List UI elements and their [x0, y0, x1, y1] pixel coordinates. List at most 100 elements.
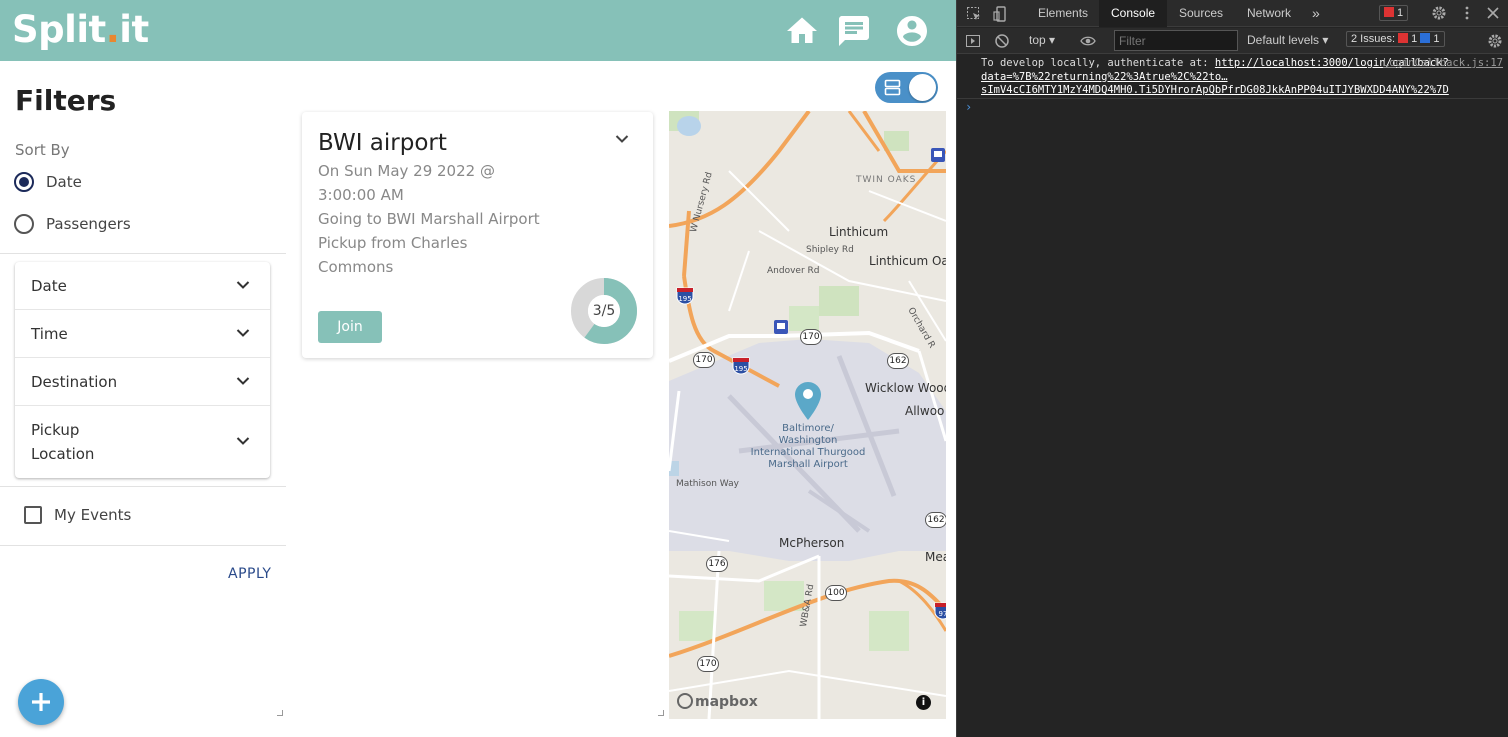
resize-handle-icon[interactable]	[658, 710, 664, 716]
logo[interactable]: Split.it	[12, 8, 149, 51]
home-icon[interactable]	[784, 13, 820, 49]
chat-icon[interactable]	[836, 13, 872, 49]
filter-accordion: Date Time Destination Pickup Location	[15, 262, 270, 478]
clear-console-icon[interactable]	[994, 33, 1010, 49]
error-badge[interactable]: 1	[1379, 5, 1409, 21]
console-toolbar: top ▾ Default levels ▾ 2 Issues: 1 1	[957, 28, 1508, 54]
plus-icon	[32, 693, 50, 711]
console-filter-input[interactable]	[1114, 30, 1238, 51]
live-expression-eye-icon[interactable]	[1080, 33, 1096, 49]
event-pickup-cont: Commons	[318, 258, 394, 276]
list-view-icon	[884, 79, 901, 96]
chevron-down-icon	[236, 328, 250, 337]
app-header: Split.it	[0, 0, 956, 61]
issues-badge[interactable]: 2 Issues: 1 1	[1346, 31, 1445, 47]
sort-option-passengers[interactable]: Passengers	[14, 214, 131, 234]
map-label: Andover Rd	[767, 266, 820, 276]
error-icon	[1384, 7, 1394, 17]
passenger-count: 3/5	[592, 303, 616, 319]
route-shield: 162	[925, 512, 946, 528]
radio-checked-icon[interactable]	[14, 172, 34, 192]
route-shield: 170	[693, 352, 715, 368]
more-tabs-icon[interactable]: »	[1312, 0, 1320, 27]
accordion-pickup-location[interactable]: Pickup Location	[15, 406, 270, 478]
divider	[957, 98, 1508, 99]
more-options-icon[interactable]	[1459, 5, 1475, 21]
divider	[0, 253, 286, 254]
accordion-destination[interactable]: Destination	[15, 358, 270, 406]
sort-by-label: Sort By	[15, 141, 70, 159]
svg-text:195: 195	[734, 365, 747, 373]
event-pickup: Pickup from Charles	[318, 234, 468, 252]
tab-network[interactable]: Network	[1247, 0, 1291, 27]
info-icon	[1420, 33, 1431, 43]
checkbox[interactable]	[24, 506, 42, 524]
map-info-icon[interactable]: i	[916, 695, 931, 710]
console-prompt[interactable]: ›	[965, 100, 972, 114]
sort-option-date[interactable]: Date	[14, 172, 82, 192]
event-destination: Going to BWI Marshall Airport	[318, 210, 540, 228]
map-label: TWIN OAKS	[856, 175, 917, 185]
account-icon[interactable]	[894, 13, 930, 49]
filters-title: Filters	[15, 84, 117, 117]
map-label: Allwoo	[905, 404, 945, 418]
map-label: Wicklow Wood	[865, 381, 946, 395]
inspect-element-icon[interactable]	[966, 6, 982, 22]
map[interactable]: TWIN OAKS Linthicum Shipley Rd Linthicum…	[669, 111, 946, 719]
resize-handle-icon[interactable]	[277, 710, 283, 716]
map-label: Mathison Way	[676, 479, 739, 489]
accordion-date[interactable]: Date	[15, 262, 270, 310]
route-shield: 170	[800, 329, 822, 345]
event-title: BWI airport	[318, 130, 447, 156]
error-icon	[1398, 33, 1409, 43]
location-pin-icon[interactable]	[794, 381, 822, 421]
accordion-time[interactable]: Time	[15, 310, 270, 358]
device-toolbar-icon[interactable]	[993, 6, 1009, 22]
chevron-down-icon	[236, 280, 250, 289]
sort-option-label: Passengers	[46, 215, 131, 233]
event-card[interactable]: BWI airport On Sun May 29 2022 @ 3:00:00…	[302, 112, 653, 358]
accordion-label: Date	[31, 276, 67, 295]
chevron-down-icon	[236, 437, 250, 445]
sidebar-toggle-icon[interactable]	[965, 33, 981, 49]
console-settings-gear-icon[interactable]	[1487, 33, 1503, 49]
divider	[0, 545, 286, 546]
close-icon[interactable]	[1485, 5, 1501, 21]
context-selector[interactable]: top ▾	[1029, 33, 1055, 47]
accordion-label: Destination	[31, 372, 118, 391]
source-link[interactable]: LoginCallback.js:17	[1383, 57, 1503, 71]
mapbox-logo[interactable]: mapbox	[677, 693, 758, 710]
divider	[0, 486, 286, 487]
event-date: On Sun May 29 2022 @	[318, 162, 495, 180]
train-station-icon	[931, 148, 945, 162]
add-event-button[interactable]	[18, 679, 64, 725]
chevron-down-icon[interactable]	[615, 134, 629, 144]
tab-sources[interactable]: Sources	[1179, 0, 1223, 27]
apply-button[interactable]: APPLY	[228, 566, 271, 582]
log-levels-dropdown[interactable]: Default levels ▾	[1247, 33, 1328, 47]
tab-console[interactable]: Console	[1099, 0, 1168, 27]
settings-gear-icon[interactable]	[1431, 5, 1447, 21]
devtools-tabbar: Elements Console Sources Network » 1	[957, 0, 1508, 27]
event-time: 3:00:00 AM	[318, 186, 404, 204]
accordion-label: Time	[31, 324, 68, 343]
svg-text:195: 195	[678, 295, 691, 303]
toggle-knob	[909, 74, 936, 101]
my-events-label: My Events	[54, 506, 132, 524]
map-label: Linthicum	[829, 225, 889, 239]
interstate-shield-icon: 195	[676, 287, 694, 305]
airport-label: Baltimore/ Washington International Thur…	[750, 423, 866, 470]
devtools-panel: Elements Console Sources Network » 1 top…	[956, 0, 1508, 737]
sort-option-label: Date	[46, 173, 82, 191]
route-shield: 170	[697, 656, 719, 672]
view-toggle[interactable]	[875, 72, 938, 103]
chevron-down-icon	[236, 376, 250, 385]
console-message: To develop locally, authenticate at: htt…	[981, 57, 1503, 96]
accordion-label: Pickup Location	[31, 421, 95, 463]
tab-elements[interactable]: Elements	[1038, 0, 1088, 27]
route-shield: 100	[825, 585, 847, 601]
my-events-checkbox-row[interactable]: My Events	[24, 506, 131, 524]
map-label: Shipley Rd	[806, 245, 854, 255]
join-button[interactable]: Join	[318, 311, 382, 343]
radio-unchecked-icon[interactable]	[14, 214, 34, 234]
